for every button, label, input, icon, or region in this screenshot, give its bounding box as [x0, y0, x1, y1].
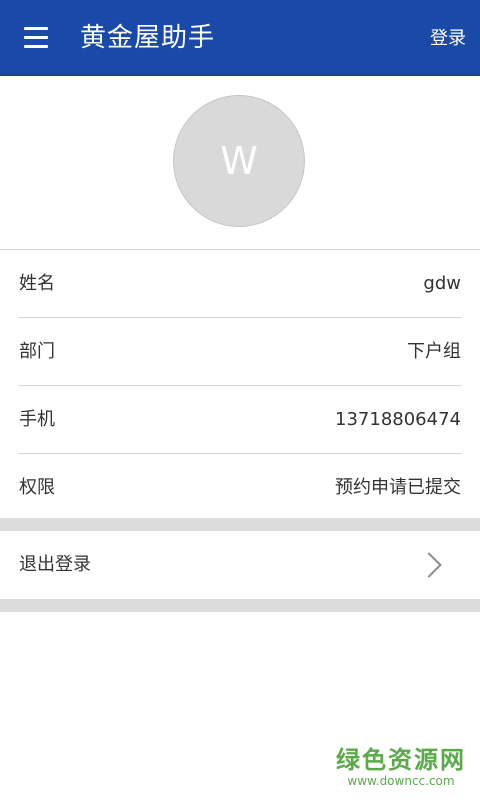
info-value: 下户组 — [407, 341, 461, 362]
profile-info-list: 姓名 gdw 部门 下户组 手机 13718806474 权限 预约申请已提交 — [0, 250, 480, 521]
login-button[interactable]: 登录 — [430, 26, 466, 52]
watermark-text: 绿色资源网 — [336, 746, 466, 774]
watermark: 绿色资源网 www.downcc.com — [336, 746, 466, 788]
info-row-phone: 手机 13718806474 — [19, 386, 461, 454]
chevron-right-icon — [416, 552, 442, 578]
info-row-permission: 权限 预约申请已提交 — [19, 454, 461, 521]
menu-icon-line — [24, 45, 48, 48]
section-divider — [0, 518, 480, 531]
top-toolbar: 黄金屋助手 登录 — [0, 0, 480, 76]
info-value: gdw — [423, 273, 461, 294]
app-title: 黄金屋助手 — [80, 23, 216, 53]
info-label: 姓名 — [19, 273, 55, 294]
avatar[interactable]: W — [173, 95, 305, 227]
menu-icon-line — [24, 36, 48, 39]
info-value: 预约申请已提交 — [335, 477, 461, 498]
app-root: 黄金屋助手 登录 W 姓名 gdw 部门 下户组 手机 13718806474 … — [0, 0, 480, 800]
menu-icon-line — [24, 27, 48, 30]
profile-header: W — [0, 76, 480, 250]
section-divider — [0, 599, 480, 612]
logout-label: 退出登录 — [19, 554, 91, 575]
info-label: 部门 — [19, 341, 55, 362]
info-label: 手机 — [19, 409, 55, 430]
menu-icon[interactable] — [18, 24, 54, 52]
watermark-url: www.downcc.com — [347, 774, 455, 788]
logout-button[interactable]: 退出登录 — [0, 531, 480, 599]
info-label: 权限 — [19, 477, 55, 498]
info-row-name: 姓名 gdw — [19, 250, 461, 318]
info-row-department: 部门 下户组 — [19, 318, 461, 386]
info-value: 13718806474 — [335, 409, 461, 430]
